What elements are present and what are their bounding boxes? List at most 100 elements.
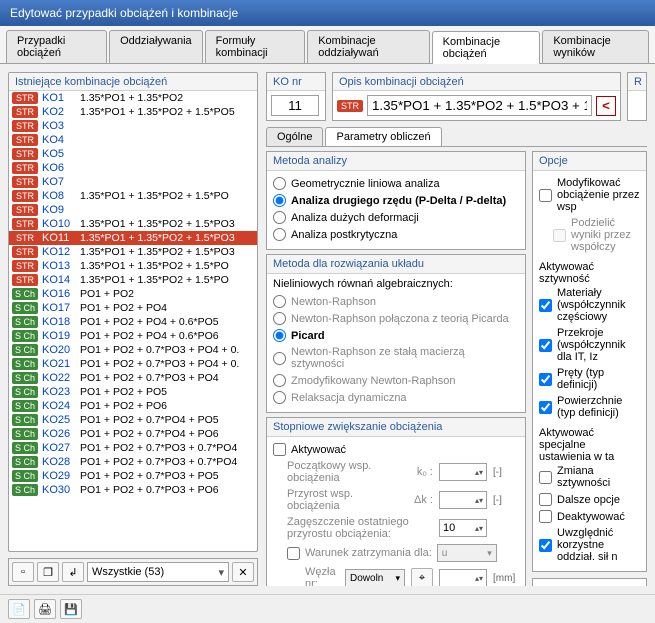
list-item[interactable]: STRKO5 bbox=[9, 147, 257, 161]
list-item[interactable]: S ChKO28PO1 + PO2 + 0.7*PO3 + 0.7*PO4 bbox=[9, 455, 257, 469]
badge: S Ch bbox=[12, 414, 38, 426]
analysis-opt-1[interactable]: Analiza drugiego rzędu (P-Delta / P-delt… bbox=[273, 192, 519, 209]
list-item[interactable]: STRKO11.35*PO1 + 1.35*PO2 bbox=[9, 91, 257, 105]
stop-select[interactable]: u bbox=[437, 544, 497, 562]
list-item[interactable]: S ChKO23PO1 + PO2 + PO5 bbox=[9, 385, 257, 399]
list-item[interactable]: S ChKO30PO1 + PO2 + 0.7*PO3 + PO6 bbox=[9, 483, 257, 497]
tab-actions[interactable]: Oddziaływania bbox=[109, 30, 203, 63]
opt-members[interactable]: Pręty (typ definicji) bbox=[539, 365, 640, 393]
z-spinner[interactable]: 10▴▾ bbox=[439, 519, 487, 537]
opt-fav-effect[interactable]: Uwzględnić korzystne oddział. sił n bbox=[539, 525, 640, 565]
tab-load-cases[interactable]: Przypadki obciążeń bbox=[6, 30, 107, 63]
list-item[interactable]: STRKO121.35*PO1 + 1.35*PO2 + 1.5*PO3 bbox=[9, 245, 257, 259]
combo-list[interactable]: STRKO11.35*PO1 + 1.35*PO2STRKO21.35*PO1 … bbox=[9, 91, 257, 529]
sort-button[interactable]: ↲ bbox=[62, 562, 84, 582]
list-item[interactable]: STR KO6 bbox=[9, 161, 257, 175]
opt-deactivate[interactable]: Deaktywować bbox=[539, 508, 640, 525]
combo-formula: PO1 + PO2 + 0.7*PO3 + PO4 bbox=[80, 372, 219, 384]
int-title[interactable]: Odnieść siły wewnętrzne do zdefo konstru… bbox=[539, 583, 640, 586]
opt-more[interactable]: Dalsze opcje bbox=[539, 491, 640, 508]
node-pick-icon[interactable]: ⌖ bbox=[411, 568, 433, 586]
solver-opt-0[interactable]: Newton-Raphson bbox=[273, 293, 519, 310]
new-button[interactable]: ▫ bbox=[12, 562, 34, 582]
opis-input[interactable] bbox=[367, 95, 592, 116]
combo-code: KO14 bbox=[42, 274, 76, 286]
list-item[interactable]: STRKO7 bbox=[9, 175, 257, 189]
stop-condition[interactable]: Warunek zatrzymania dla:u bbox=[287, 542, 519, 564]
solver-opt-4[interactable]: Zmodyfikowany Newton-Raphson bbox=[273, 372, 519, 389]
filter-dropdown[interactable]: Wszystkie (53) bbox=[87, 562, 229, 582]
copy-button[interactable]: ❐ bbox=[37, 562, 59, 582]
list-item[interactable]: STRKO81.35*PO1 + 1.35*PO2 + 1.5*PO bbox=[9, 189, 257, 203]
combo-code: KO13 bbox=[42, 260, 76, 272]
list-item[interactable]: STRKO3 bbox=[9, 119, 257, 133]
badge: STR bbox=[12, 148, 38, 160]
list-title: Istniejące kombinacje obciążeń bbox=[9, 73, 257, 91]
opt-materials[interactable]: Materiały (współczynnik częściowy bbox=[539, 285, 640, 325]
opt-stiff-change[interactable]: Zmiana sztywności bbox=[539, 463, 640, 491]
tab-combo-formulas[interactable]: Formuły kombinacji bbox=[205, 30, 306, 63]
list-item[interactable]: STRKO111.35*PO1 + 1.35*PO2 + 1.5*PO3 bbox=[9, 231, 257, 245]
footer-toolbar: 📄 🖨 💾 bbox=[0, 594, 655, 623]
list-item[interactable]: STRKO101.35*PO1 + 1.35*PO2 + 1.5*PO3 bbox=[9, 217, 257, 231]
list-item[interactable]: STRKO9 bbox=[9, 203, 257, 217]
subtab-params[interactable]: Parametry obliczeń bbox=[325, 127, 441, 146]
solver-title: Metoda dla rozwiązania układu bbox=[267, 255, 525, 274]
solver-opt-5[interactable]: Relaksacja dynamiczna bbox=[273, 389, 519, 406]
opt-mod-load[interactable]: Modyfikować obciążenie przez wsp bbox=[539, 175, 640, 215]
combo-code: KO6 bbox=[42, 162, 76, 174]
opt-divide[interactable]: Podzielić wyniki przez współczy bbox=[553, 215, 640, 255]
badge: STR bbox=[12, 190, 38, 202]
analysis-opt-2[interactable]: Analiza dużych deformacji bbox=[273, 209, 519, 226]
delete-button[interactable]: ✕ bbox=[232, 562, 254, 582]
combo-code: KO19 bbox=[42, 330, 76, 342]
list-item[interactable]: S ChKO16PO1 + PO2 bbox=[9, 287, 257, 301]
list-item[interactable]: S ChKO22PO1 + PO2 + 0.7*PO3 + PO4 bbox=[9, 371, 257, 385]
badge: STR bbox=[12, 162, 38, 174]
list-item[interactable]: S ChKO20PO1 + PO2 + 0.7*PO3 + PO4 + 0. bbox=[9, 343, 257, 357]
list-item[interactable]: S ChKO24PO1 + PO2 + PO6 bbox=[9, 399, 257, 413]
combo-code: KO25 bbox=[42, 414, 76, 426]
combo-code: KO18 bbox=[42, 316, 76, 328]
solver-opt-3[interactable]: Newton-Raphson ze stałą macierzą sztywno… bbox=[273, 344, 519, 372]
list-item[interactable]: S ChKO27PO1 + PO2 + 0.7*PO3 + 0.7*PO4 bbox=[9, 441, 257, 455]
subtab-general[interactable]: Ogólne bbox=[266, 127, 323, 146]
k0-spinner[interactable]: ▴▾ bbox=[439, 463, 487, 481]
tab-action-combos[interactable]: Kombinacje oddziaływań bbox=[307, 30, 429, 63]
list-item[interactable]: S ChKO26PO1 + PO2 + 0.7*PO4 + PO6 bbox=[9, 427, 257, 441]
opt-sections[interactable]: Przekroje (współczynnik dla IT, Iz bbox=[539, 325, 640, 365]
list-item[interactable]: S ChKO17PO1 + PO2 + PO4 bbox=[9, 301, 257, 315]
incr-title: Stopniowe zwiększanie obciążenia bbox=[267, 418, 525, 437]
node-val-spinner[interactable]: ▴▾ bbox=[439, 569, 487, 586]
window-title: Edytować przypadki obciążeń i kombinacje bbox=[0, 0, 655, 26]
node-select[interactable]: Dowoln bbox=[345, 569, 405, 586]
list-item[interactable]: S ChKO18PO1 + PO2 + PO4 + 0.6*PO5 bbox=[9, 315, 257, 329]
list-item[interactable]: S ChKO19PO1 + PO2 + PO4 + 0.6*PO6 bbox=[9, 329, 257, 343]
solver-opt-2[interactable]: Picard bbox=[273, 327, 519, 344]
list-item[interactable]: STRKO4 bbox=[9, 133, 257, 147]
analysis-opt-3[interactable]: Analiza postkrytyczna bbox=[273, 226, 519, 243]
list-item[interactable]: STRKO141.35*PO1 + 1.35*PO2 + 1.5*PO bbox=[9, 273, 257, 287]
incr-activate[interactable]: Aktywować bbox=[273, 441, 519, 458]
list-item[interactable]: S ChKO25PO1 + PO2 + 0.7*PO4 + PO5 bbox=[9, 413, 257, 427]
footer-btn-1[interactable]: 📄 bbox=[8, 599, 30, 619]
combo-code: KO2 bbox=[42, 106, 76, 118]
footer-btn-3[interactable]: 💾 bbox=[60, 599, 82, 619]
analysis-opt-0[interactable]: Geometrycznie liniowa analiza bbox=[273, 175, 519, 192]
solver-opt-1[interactable]: Newton-Raphson połączona z teorią Picard… bbox=[273, 310, 519, 327]
combo-code: KO23 bbox=[42, 386, 76, 398]
combo-code: KO7 bbox=[42, 176, 76, 188]
list-item[interactable]: S ChKO29PO1 + PO2 + 0.7*PO3 + PO5 bbox=[9, 469, 257, 483]
footer-btn-2[interactable]: 🖨 bbox=[34, 599, 56, 619]
combo-formula: 1.35*PO1 + 1.35*PO2 bbox=[80, 92, 183, 104]
tab-load-combos[interactable]: Kombinacje obciążeń bbox=[432, 31, 541, 64]
list-item[interactable]: STRKO131.35*PO1 + 1.35*PO2 + 1.5*PO bbox=[9, 259, 257, 273]
opis-action-button[interactable]: < bbox=[596, 96, 616, 116]
list-item[interactable]: S ChKO21PO1 + PO2 + 0.7*PO3 + PO4 + 0. bbox=[9, 357, 257, 371]
opt-surfaces[interactable]: Powierzchnie (typ definicji) bbox=[539, 393, 640, 421]
dk-spinner[interactable]: ▴▾ bbox=[439, 491, 487, 509]
list-item[interactable]: STRKO21.35*PO1 + 1.35*PO2 + 1.5*PO5 bbox=[9, 105, 257, 119]
ko-nr-input[interactable] bbox=[271, 95, 319, 116]
badge: S Ch bbox=[12, 386, 38, 398]
tab-result-combos[interactable]: Kombinacje wyników bbox=[542, 30, 649, 63]
